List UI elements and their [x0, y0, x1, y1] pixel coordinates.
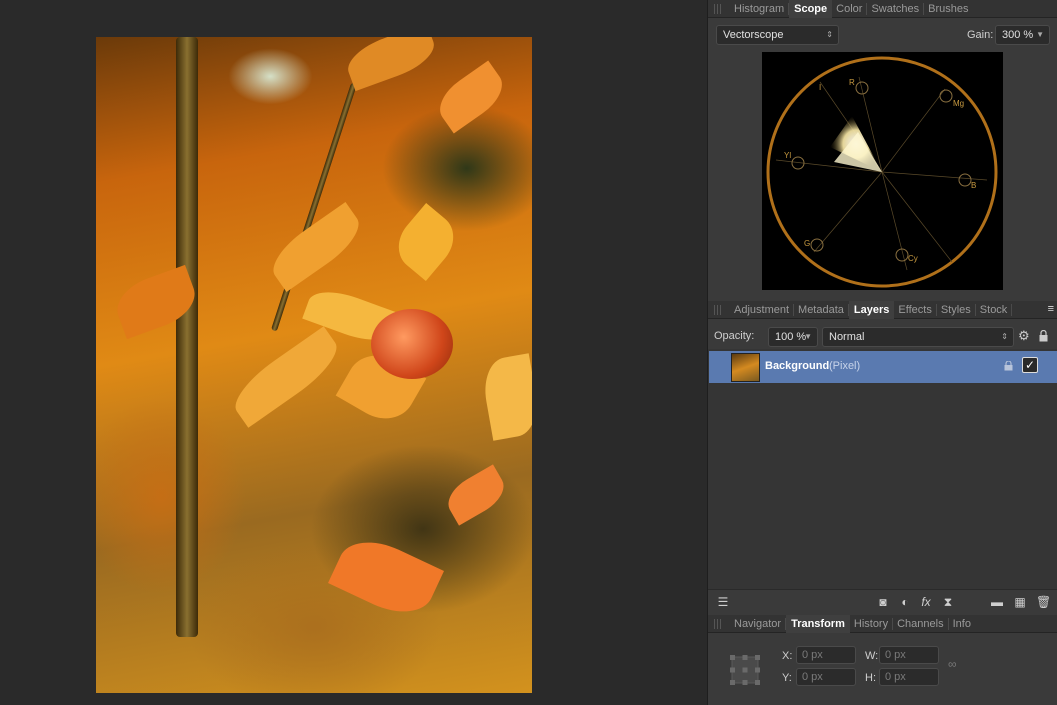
target-label-cy: Cy [908, 254, 918, 263]
w-label: W: [865, 650, 879, 662]
tab-swatches[interactable]: Swatches [867, 2, 925, 15]
updown-arrows-icon: ⇕ [1001, 332, 1008, 341]
gear-icon[interactable]: ⚙ [1018, 328, 1030, 344]
scope-type-select[interactable]: Vectorscope ⇕ [716, 25, 839, 45]
panel-grip-icon[interactable] [714, 304, 722, 315]
gain-label: Gain: [967, 29, 994, 41]
live-filter-icon[interactable]: ⧗ [941, 595, 955, 609]
studio-panels: Histogram Scope Color Swatches Brushes V… [707, 0, 1057, 705]
opacity-label: Opacity: [714, 330, 755, 342]
anchor-selector-icon[interactable] [728, 653, 762, 687]
lock-icon[interactable] [1039, 330, 1048, 342]
document-canvas[interactable] [0, 0, 707, 705]
updown-arrows-icon: ⇕ [826, 30, 833, 39]
tab-styles[interactable]: Styles [937, 303, 976, 316]
document-image[interactable] [96, 37, 532, 693]
layer-lock-icon[interactable] [1004, 361, 1013, 371]
tab-channels[interactable]: Channels [893, 617, 949, 630]
tab-stock[interactable]: Stock [976, 303, 1013, 316]
tab-info[interactable]: Info [949, 618, 975, 630]
adjustment-icon[interactable]: ◐ [898, 595, 912, 609]
layer-visibility-checkbox[interactable]: ✓ [1022, 357, 1038, 373]
target-label-i: I [819, 83, 821, 92]
group-icon[interactable]: ▬ [990, 595, 1004, 609]
target-label-yl: Yl [784, 151, 791, 160]
chevron-down-icon: ▼ [1036, 30, 1044, 39]
tab-scope[interactable]: Scope [789, 0, 833, 18]
blend-mode-select[interactable]: Normal ⇕ [822, 327, 1014, 347]
h-field[interactable]: 0 px [879, 668, 939, 686]
layers-list[interactable]: Background (Pixel) ✓ [708, 349, 1057, 589]
tab-history[interactable]: History [850, 617, 894, 630]
gain-value: 300 % [1002, 29, 1034, 41]
tab-color[interactable]: Color [832, 2, 868, 15]
tab-effects[interactable]: Effects [894, 303, 937, 316]
tab-histogram[interactable]: Histogram [730, 2, 790, 15]
target-label-r: R [849, 78, 855, 87]
opacity-value: 100 % [775, 331, 807, 343]
blend-mode-value: Normal [829, 331, 865, 343]
y-label: Y: [782, 672, 792, 684]
scope-panel-tabbar: Histogram Scope Color Swatches Brushes [708, 0, 1057, 18]
y-field[interactable]: 0 px [796, 668, 856, 686]
tab-brushes[interactable]: Brushes [924, 3, 972, 15]
tab-layers[interactable]: Layers [848, 300, 895, 319]
panel-grip-icon[interactable] [714, 618, 722, 629]
panel-menu-icon[interactable]: ≡ [1048, 303, 1054, 315]
tab-transform[interactable]: Transform [786, 614, 850, 633]
target-label-b: B [971, 181, 976, 190]
layers-panel-tabbar: Adjustment Metadata Layers Effects Style… [708, 300, 1057, 319]
tab-adjustment[interactable]: Adjustment [730, 303, 795, 316]
target-label-mg: Mg [953, 99, 964, 108]
layer-thumbnail [731, 353, 760, 382]
pixel-layer-icon[interactable]: ▦ [1013, 595, 1027, 609]
x-label: X: [782, 650, 793, 662]
link-icon[interactable]: ∞ [948, 657, 957, 671]
tab-metadata[interactable]: Metadata [794, 303, 849, 316]
x-field[interactable]: 0 px [796, 646, 856, 664]
panel-grip-icon[interactable] [714, 3, 722, 14]
transform-panel-tabbar: Navigator Transform History Channels Inf… [708, 614, 1057, 633]
layers-toolbar: ☰ ◙ ◐ fx ⧗ ▬ ▦ 🗑 [708, 589, 1057, 613]
target-label-g: G [804, 239, 810, 248]
transform-panel: X: 0 px Y: 0 px W: 0 px H: 0 px ∞ [708, 633, 1057, 705]
chevron-down-icon: ▼ [804, 332, 812, 341]
layer-name: Background [765, 360, 830, 372]
vectorscope-display: R Mg B Cy G Yl I [762, 52, 1003, 290]
delete-icon[interactable]: 🗑 [1036, 595, 1051, 609]
layer-row-background[interactable]: Background (Pixel) ✓ [709, 351, 1057, 383]
layers-stack-icon[interactable]: ☰ [716, 595, 730, 609]
scope-type-value: Vectorscope [723, 29, 784, 41]
opacity-select[interactable]: 100 % ▼ [768, 327, 818, 347]
gain-select[interactable]: 300 % ▼ [995, 25, 1050, 45]
tab-navigator[interactable]: Navigator [730, 617, 787, 630]
h-label: H: [865, 672, 876, 684]
layer-kind: (Pixel) [829, 360, 861, 372]
fx-icon[interactable]: fx [919, 595, 933, 609]
w-field[interactable]: 0 px [879, 646, 939, 664]
mask-icon[interactable]: ◙ [876, 595, 890, 609]
